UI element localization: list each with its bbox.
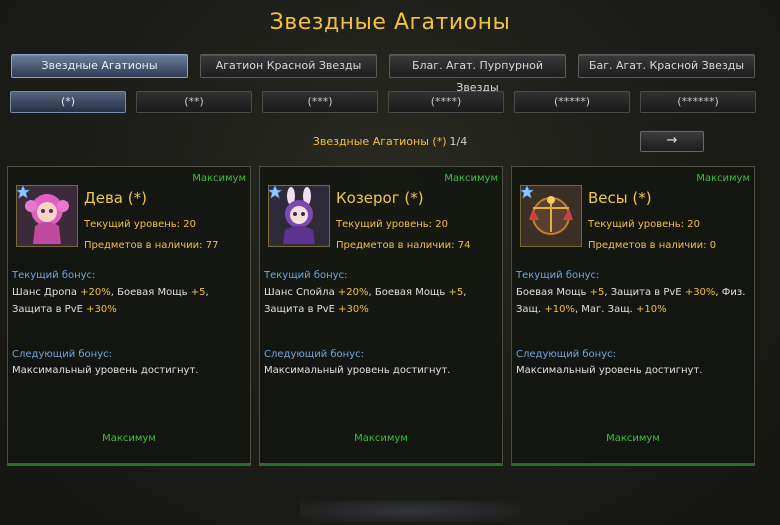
- page-indicator: 1/4: [449, 135, 468, 148]
- category-tabs: Звездные Агатионы Агатион Красной Звезды…: [11, 54, 769, 94]
- footer-glow: [300, 500, 520, 522]
- next-page-button[interactable]: →: [640, 131, 704, 152]
- agathion-card-libra[interactable]: Максимум Весы (*) Текущий уровень: 20 Пр…: [511, 166, 755, 466]
- tab-crimson-red-star[interactable]: Баг. Агат. Красной Звезды: [578, 54, 755, 78]
- pager-label: Звездные Агатионы (*): [312, 135, 447, 148]
- star-filter-3[interactable]: (***): [262, 91, 378, 113]
- star-icon: [267, 184, 283, 200]
- star-filter-1[interactable]: (*): [10, 91, 126, 113]
- star-filter-4[interactable]: (****): [388, 91, 504, 113]
- star-filter-5[interactable]: (*****): [514, 91, 630, 113]
- agathion-card-capricorn[interactable]: Максимум Козерог (*) Текущий уровень: 20…: [259, 166, 503, 466]
- current-level: Текущий уровень: 20: [336, 219, 448, 230]
- agathion-card-virgo[interactable]: Максимум Дева (*) Текущий уровень: 20 Пр…: [7, 166, 251, 466]
- max-status-bottom: Максимум: [102, 433, 156, 444]
- current-bonus-label: Текущий бонус:: [516, 270, 600, 281]
- next-bonus-label: Следующий бонус:: [12, 349, 112, 360]
- star-icon: [519, 184, 535, 200]
- agathion-name: Дева (*): [84, 189, 147, 207]
- items-in-stock: Предметов в наличии: 74: [336, 240, 471, 251]
- current-bonus-text: Боевая Мощь +5, Защита в PvE +30%, Физ. …: [516, 287, 746, 315]
- next-bonus-label: Следующий бонус:: [264, 349, 364, 360]
- current-bonus-text: Шанс Дропа +20%, Боевая Мощь +5, Защита …: [12, 287, 209, 315]
- max-status-bottom: Максимум: [354, 433, 408, 444]
- star-icon: [15, 184, 31, 200]
- tab-star-agathions[interactable]: Звездные Агатионы: [11, 54, 188, 78]
- current-level: Текущий уровень: 20: [84, 219, 196, 230]
- star-filter-6[interactable]: (******): [640, 91, 756, 113]
- max-status-top: Максимум: [444, 173, 498, 184]
- star-filter-2[interactable]: (**): [136, 91, 252, 113]
- agathion-name: Весы (*): [588, 189, 652, 207]
- current-level: Текущий уровень: 20: [588, 219, 700, 230]
- items-in-stock: Предметов в наличии: 77: [84, 240, 219, 251]
- max-status-top: Максимум: [192, 173, 246, 184]
- current-bonus-label: Текущий бонус:: [264, 270, 348, 281]
- max-status-bottom: Максимум: [606, 433, 660, 444]
- items-in-stock: Предметов в наличии: 0: [588, 240, 717, 251]
- max-status-top: Максимум: [696, 173, 750, 184]
- current-bonus-label: Текущий бонус:: [12, 270, 96, 281]
- next-bonus-text: Максимальный уровень достигнут.: [516, 365, 703, 376]
- next-bonus-text: Максимальный уровень достигнут.: [264, 365, 451, 376]
- page-title: Звездные Агатионы: [269, 10, 511, 35]
- next-bonus-text: Максимальный уровень достигнут.: [12, 365, 199, 376]
- next-bonus-label: Следующий бонус:: [516, 349, 616, 360]
- agathion-name: Козерог (*): [336, 189, 424, 207]
- tab-red-star-agathion[interactable]: Агатион Красной Звезды: [200, 54, 377, 78]
- tab-blessed-purple-star[interactable]: Благ. Агат. Пурпурной Звезды: [389, 54, 566, 94]
- current-bonus-text: Шанс Спойла +20%, Боевая Мощь +5, Защита…: [264, 287, 467, 315]
- star-level-filters: (*) (**) (***) (****) (*****) (******): [10, 91, 770, 113]
